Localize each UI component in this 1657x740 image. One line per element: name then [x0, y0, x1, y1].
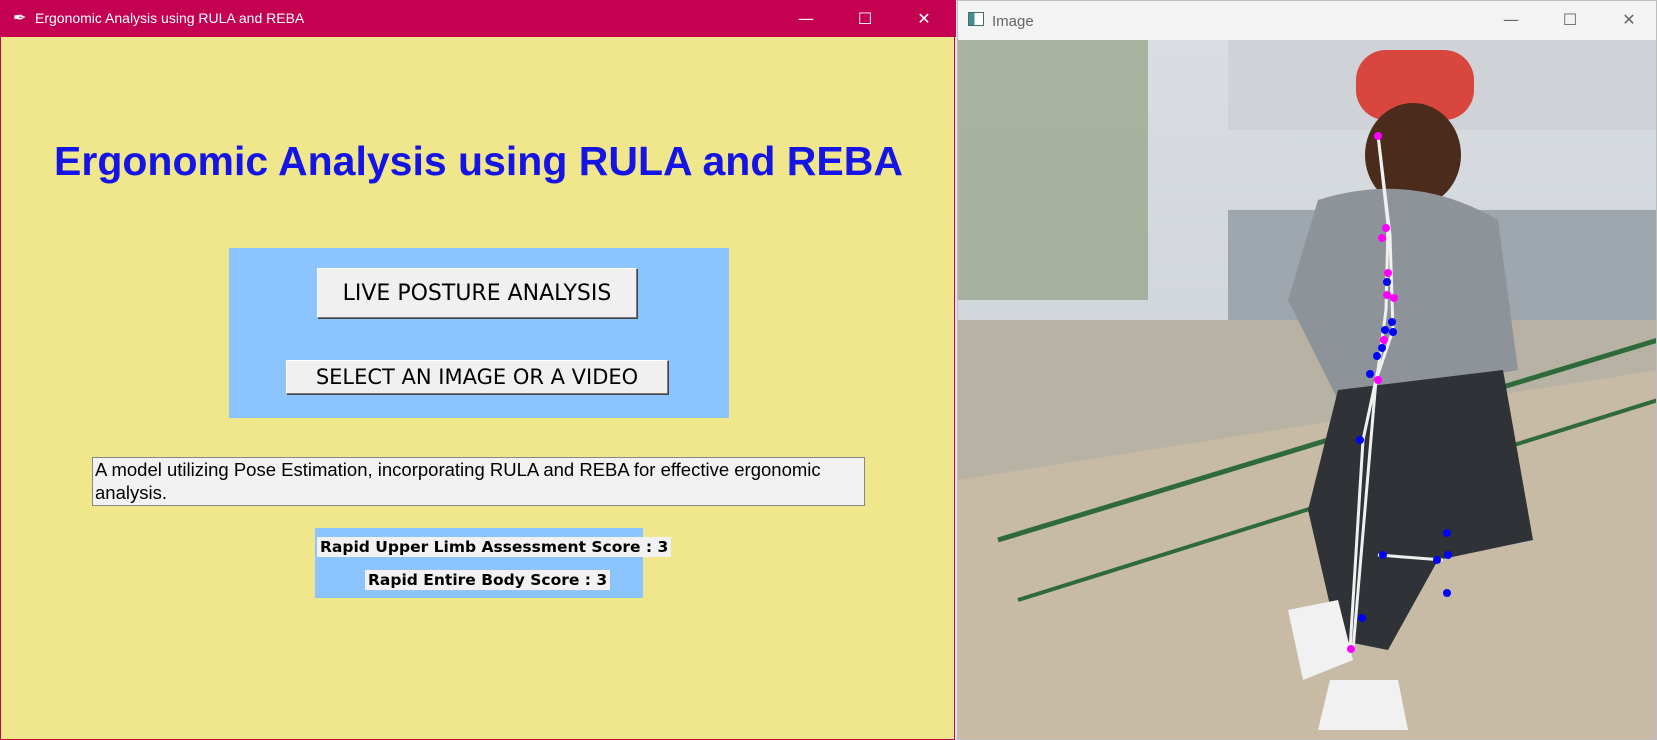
keypoint: [1389, 328, 1397, 336]
keypoint: [1384, 269, 1392, 277]
action-button-panel: LIVE POSTURE ANALYSIS SELECT AN IMAGE OR…: [229, 248, 729, 418]
image-window: Image — ☐ ✕: [957, 0, 1657, 740]
page-title: Ergonomic Analysis using RULA and REBA: [54, 138, 903, 184]
keypoint: [1388, 318, 1396, 326]
title-bar[interactable]: ✒ Ergonomic Analysis using RULA and REBA…: [1, 0, 956, 37]
image-window-icon: [968, 12, 984, 26]
minimize-button[interactable]: —: [783, 0, 829, 37]
score-panel: Rapid Upper Limb Assessment Score : 3 Ra…: [315, 528, 672, 598]
keypoint: [1390, 294, 1398, 302]
live-posture-analysis-button[interactable]: LIVE POSTURE ANALYSIS: [317, 268, 637, 318]
keypoint: [1366, 370, 1374, 378]
keypoint: [1383, 278, 1391, 286]
window-title: Ergonomic Analysis using RULA and REBA: [35, 10, 305, 26]
tree-foliage: [958, 40, 1148, 300]
keypoint: [1379, 551, 1387, 559]
main-app-window: ✒ Ergonomic Analysis using RULA and REBA…: [0, 0, 956, 740]
keypoint: [1347, 645, 1355, 653]
keypoint: [1374, 132, 1382, 140]
keypoint: [1378, 234, 1386, 242]
keypoint: [1356, 436, 1364, 444]
keypoint: [1380, 336, 1388, 344]
keypoint: [1358, 614, 1366, 622]
grey-sweatshirt: [1288, 188, 1518, 400]
keypoint: [1381, 326, 1389, 334]
close-button[interactable]: ✕: [901, 0, 947, 37]
select-image-or-video-button[interactable]: SELECT AN IMAGE OR A VIDEO: [286, 360, 668, 394]
image-minimize-button[interactable]: —: [1488, 1, 1534, 38]
rula-score-label: Rapid Upper Limb Assessment Score : 3: [317, 537, 672, 557]
pose-estimation-image: [958, 40, 1656, 739]
keypoint: [1373, 352, 1381, 360]
white-sneaker-right: [1318, 680, 1408, 730]
keypoint: [1378, 344, 1386, 352]
image-window-title: Image: [992, 13, 1034, 30]
image-window-title-bar[interactable]: Image — ☐ ✕: [958, 1, 1656, 40]
reba-score-label: Rapid Entire Body Score : 3: [365, 570, 611, 590]
keypoint: [1443, 529, 1451, 537]
feather-icon: ✒: [13, 8, 27, 27]
keypoint: [1444, 551, 1452, 559]
keypoint: [1443, 589, 1451, 597]
keypoint: [1433, 556, 1441, 564]
keypoint: [1383, 291, 1391, 299]
maximize-button[interactable]: ☐: [842, 0, 888, 37]
keypoint: [1382, 224, 1390, 232]
description-text: A model utilizing Pose Estimation, incor…: [92, 457, 865, 506]
image-close-button[interactable]: ✕: [1606, 1, 1652, 38]
image-maximize-button[interactable]: ☐: [1547, 1, 1593, 38]
keypoint: [1374, 376, 1382, 384]
